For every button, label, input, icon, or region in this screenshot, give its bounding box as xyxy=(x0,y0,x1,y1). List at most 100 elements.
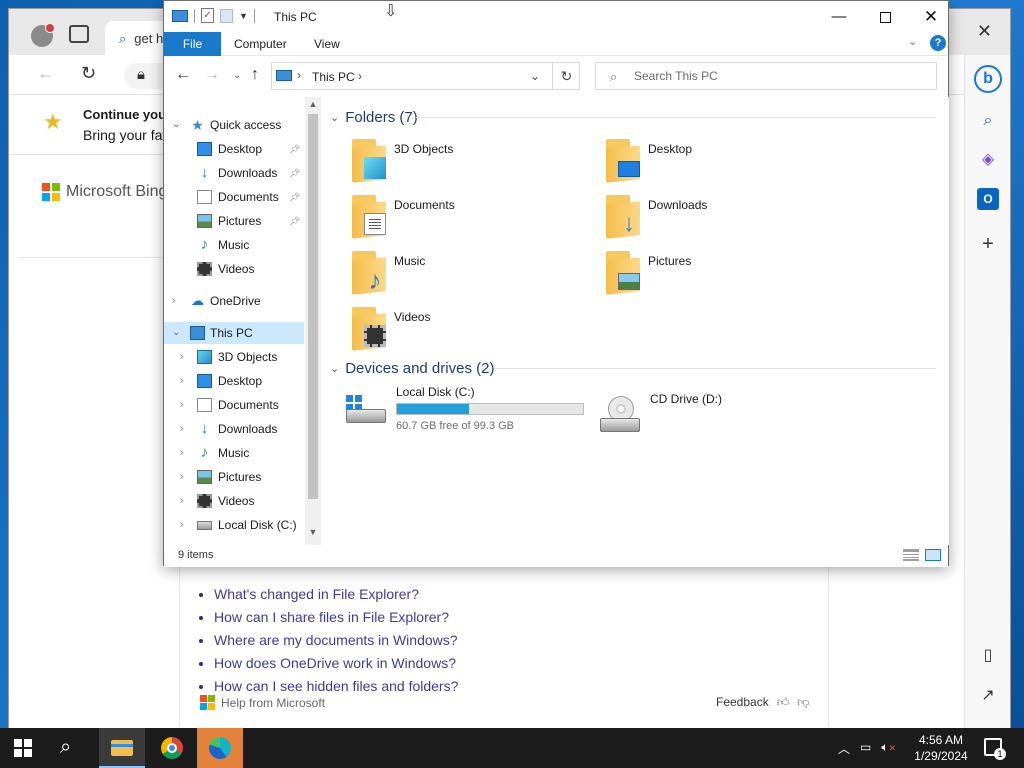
nav-item-desktop[interactable]: Desktop 📌︎ xyxy=(164,138,304,160)
details-view-icon[interactable] xyxy=(903,549,919,561)
bing-chat-icon[interactable]: b xyxy=(974,65,1002,93)
chevron-down-icon[interactable]: ⌄ xyxy=(172,114,182,136)
copilot-icon[interactable]: ◈ xyxy=(977,149,999,171)
search-icon[interactable]: ⌕ xyxy=(977,110,999,132)
nav-item-3d-objects[interactable]: › 3D Objects xyxy=(164,346,304,368)
network-icon[interactable]: ▭ xyxy=(860,740,871,757)
breadcrumb-chevron-icon[interactable]: › xyxy=(358,69,362,83)
chevron-right-icon[interactable]: › xyxy=(172,290,182,312)
help-icon[interactable]: ? xyxy=(930,35,946,51)
chevron-right-icon[interactable]: › xyxy=(180,466,190,488)
nav-item-documents[interactable]: › Documents xyxy=(164,394,304,416)
chevron-down-icon[interactable]: ▼ xyxy=(239,11,248,21)
bing-logo[interactable]: Microsoft Bing xyxy=(42,183,167,201)
add-icon[interactable]: + xyxy=(977,233,999,255)
expand-ribbon-chevron-icon[interactable]: ⌄ xyxy=(908,35,917,48)
nav-item-videos[interactable]: › Videos xyxy=(164,490,304,512)
chevron-right-icon[interactable]: › xyxy=(180,490,190,512)
nav-item-pictures[interactable]: › Pictures xyxy=(164,466,304,488)
recent-locations-chevron-icon[interactable]: ⌄ xyxy=(233,70,241,81)
refresh-icon[interactable]: ↻ xyxy=(552,63,580,89)
drive-name: Local Disk (C:) xyxy=(396,385,475,399)
notification-center-icon[interactable]: 1 xyxy=(984,738,1006,760)
outlook-icon[interactable]: O xyxy=(977,188,999,210)
drive-tile-cd-drive-d[interactable]: CD Drive (D:) xyxy=(598,392,848,444)
address-bar[interactable]: › This PC › ⌄ ↻ xyxy=(271,62,580,90)
chevron-right-icon[interactable]: › xyxy=(180,370,190,392)
forward-arrow-icon[interactable]: → xyxy=(204,66,220,84)
large-icons-view-icon[interactable] xyxy=(925,549,941,561)
scroll-thumb[interactable] xyxy=(308,114,318,499)
taskbar-file-explorer[interactable] xyxy=(99,728,145,768)
chevron-right-icon[interactable]: › xyxy=(180,418,190,440)
up-arrow-icon[interactable]: ↑ xyxy=(251,66,259,84)
close-button[interactable]: ✕ xyxy=(908,1,954,32)
folder-tile-music[interactable]: ♪ Music xyxy=(348,247,598,297)
drive-tile-local-disk-c[interactable]: Local Disk (C:) 60.7 GB free of 99.3 GB xyxy=(344,385,594,437)
windows-start-icon[interactable] xyxy=(14,739,32,757)
nav-item-pictures[interactable]: Pictures 📌︎ xyxy=(164,210,304,232)
nav-item-desktop[interactable]: › Desktop xyxy=(164,370,304,392)
search-input[interactable] xyxy=(634,67,924,85)
folder-tile-documents[interactable]: Documents xyxy=(348,191,598,241)
reload-icon[interactable]: ↻ xyxy=(81,63,96,84)
nav-item-local-disk-c[interactable]: › Local Disk (C:) xyxy=(164,514,304,536)
volume-muted-icon[interactable]: 🔈︎✕ xyxy=(881,740,896,757)
minimize-button[interactable]: — xyxy=(816,1,862,32)
profile-avatar-icon[interactable] xyxy=(31,23,55,47)
nav-item-music[interactable]: ♪ Music xyxy=(164,234,304,256)
tab-computer[interactable]: Computer xyxy=(234,32,287,56)
nav-item-this-pc[interactable]: ⌄ This PC xyxy=(164,322,304,344)
back-arrow-icon[interactable]: ← xyxy=(37,63,55,84)
folders-group-header[interactable]: ⌄ Folders (7) xyxy=(330,107,418,127)
thumbs-down-icon[interactable]: 👎︎ xyxy=(797,695,809,710)
tab-view[interactable]: View xyxy=(314,32,340,56)
breadcrumb-this-pc[interactable]: This PC xyxy=(312,70,355,84)
clock[interactable]: 4:56 AM 1/29/2024 xyxy=(906,732,976,764)
nav-item-onedrive[interactable]: › ☁ OneDrive xyxy=(164,290,304,312)
faq-link[interactable]: How does OneDrive work in Windows? xyxy=(214,652,458,675)
drives-group-header[interactable]: ⌄ Devices and drives (2) xyxy=(330,358,494,378)
search-box[interactable]: ⌕ xyxy=(595,62,937,90)
chevron-right-icon[interactable]: › xyxy=(180,442,190,464)
nav-item-downloads[interactable]: ↓ Downloads 📌︎ xyxy=(164,162,304,184)
scroll-up-arrow-icon[interactable]: ▲ xyxy=(305,99,321,109)
chevron-right-icon[interactable]: › xyxy=(180,346,190,368)
nav-item-documents[interactable]: Documents 📌︎ xyxy=(164,186,304,208)
file-explorer-window[interactable]: ✓ ▼ This PC ⇩ — ✕ File Computer View ⌄ ?… xyxy=(163,0,949,567)
nav-item-downloads[interactable]: › ↓ Downloads xyxy=(164,418,304,440)
thumbs-up-icon[interactable]: 👍︎ xyxy=(777,695,790,710)
faq-link[interactable]: Where are my documents in Windows? xyxy=(214,629,458,652)
open-external-icon[interactable]: ↗ xyxy=(977,685,999,707)
folder-tile-downloads[interactable]: ↓ Downloads xyxy=(602,191,852,241)
chevron-right-icon[interactable]: › xyxy=(180,514,190,536)
folder-tile-videos[interactable]: Videos xyxy=(348,303,598,353)
taskbar-edge[interactable] xyxy=(197,728,243,768)
split-panel-icon[interactable]: ▯ xyxy=(977,645,999,667)
folder-tile-pictures[interactable]: Pictures xyxy=(602,247,852,297)
search-icon[interactable]: ⌕ xyxy=(60,736,71,759)
chevron-right-icon[interactable]: › xyxy=(180,394,190,416)
faq-link[interactable]: What's changed in File Explorer? xyxy=(214,583,458,606)
maximize-button[interactable] xyxy=(862,1,908,32)
chevron-up-icon[interactable]: ︿ xyxy=(838,740,850,757)
tab-actions-icon[interactable] xyxy=(69,25,89,43)
nav-item-videos[interactable]: Videos xyxy=(164,258,304,280)
nav-pane-scrollbar[interactable]: ▲ ▼ xyxy=(305,97,321,545)
properties-icon[interactable]: ✓ xyxy=(201,8,214,23)
nav-item-quick-access[interactable]: ⌄ ★ Quick access xyxy=(164,114,304,136)
new-folder-icon[interactable] xyxy=(220,8,233,23)
folder-tile-3d-objects[interactable]: 3D Objects xyxy=(348,135,598,185)
address-dropdown-chevron-icon[interactable]: ⌄ xyxy=(530,69,540,83)
nav-item-music[interactable]: › ♪ Music xyxy=(164,442,304,464)
taskbar-chrome[interactable] xyxy=(149,728,195,768)
faq-link[interactable]: How can I share files in File Explorer? xyxy=(214,606,458,629)
chevron-down-icon[interactable]: ⌄ xyxy=(172,322,182,344)
close-icon[interactable]: ✕ xyxy=(977,21,992,42)
scroll-down-arrow-icon[interactable]: ▼ xyxy=(305,527,321,537)
back-arrow-icon[interactable]: ← xyxy=(175,66,191,84)
tab-file[interactable]: File xyxy=(164,32,221,56)
title-bar[interactable]: ✓ ▼ This PC ⇩ — ✕ xyxy=(164,1,948,32)
folder-tile-desktop[interactable]: Desktop xyxy=(602,135,852,185)
breadcrumb-chevron-icon[interactable]: › xyxy=(297,68,301,82)
